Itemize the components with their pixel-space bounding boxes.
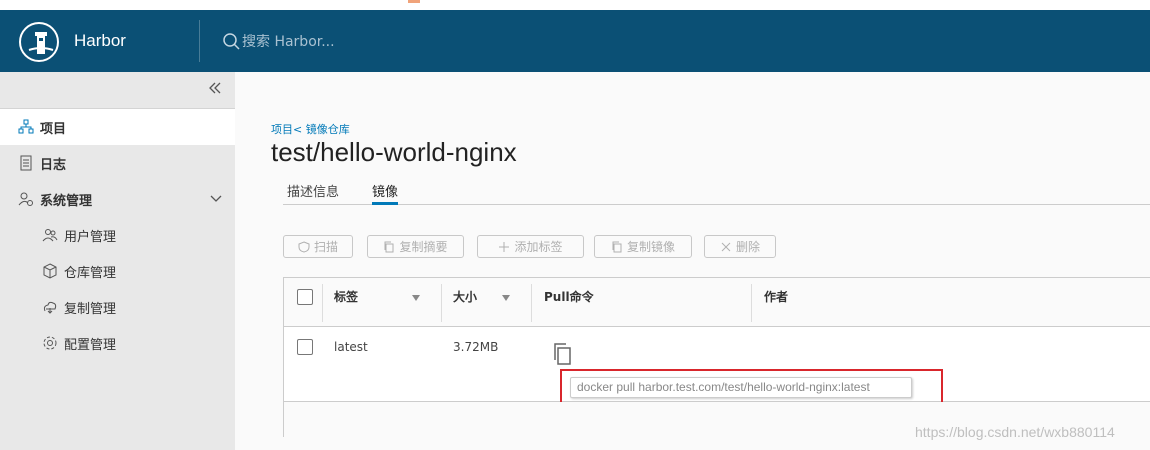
sidebar-item-config[interactable]: 配置管理 [0,325,235,361]
replication-icon [42,299,58,315]
scan-button-label: 扫描 [313,240,338,254]
sidebar-item-label: 项目 [40,121,67,137]
tab-info[interactable]: 描述信息 [287,181,339,205]
tab-bar: 描述信息 镜像 [283,179,1150,205]
sidebar-item-users[interactable]: 用户管理 [0,217,235,253]
column-divider [441,284,442,322]
collapse-sidebar-icon[interactable] [207,80,223,96]
page-title: test/hello-world-nginx [271,137,517,167]
image-table: 标签 大小 Pull命令 作者 latest 3.72MB docker pul… [283,277,1150,437]
copy-image-label: 复制镜像 [626,240,675,254]
browser-top-strip [0,0,1150,10]
search-input[interactable] [242,34,442,50]
copy-icon [611,241,623,253]
filter-icon[interactable] [412,295,420,301]
sidebar-item-label: 用户管理 [64,229,117,245]
copy-image-button[interactable]: 复制镜像 [594,235,692,258]
delete-label: 删除 [735,240,760,254]
tag-cell: latest [334,340,368,354]
delete-button[interactable]: 删除 [704,235,776,258]
add-label-button[interactable]: 添加标签 [477,235,584,258]
harbor-logo-icon[interactable] [19,22,59,62]
sidebar: 项目 日志 系统管理 用户管理 仓库管理 复制管理 配置管理 [0,72,235,450]
column-header-author: 作者 [764,290,789,304]
search-bar[interactable] [222,31,442,53]
column-header-tag[interactable]: 标签 [334,288,358,305]
admin-icon [18,191,34,207]
header-divider [199,20,200,62]
scan-button[interactable]: 扫描 [283,235,353,258]
column-header-size[interactable]: 大小 [453,288,477,305]
sidebar-item-label: 配置管理 [64,337,117,353]
shield-icon [298,240,310,253]
sidebar-item-admin[interactable]: 系统管理 [0,181,235,217]
table-row[interactable]: latest 3.72MB docker pull harbor.test.co… [284,327,1150,408]
select-all-checkbox[interactable] [297,289,313,305]
project-icon [18,119,34,135]
column-divider [751,284,752,322]
sidebar-item-registries[interactable]: 仓库管理 [0,253,235,289]
brand-name[interactable]: Harbor [74,31,126,51]
filter-icon[interactable] [502,295,510,301]
plus-icon [498,241,510,253]
column-header-pull: Pull命令 [544,290,594,304]
close-icon [720,241,732,253]
column-divider [531,284,532,322]
sidebar-item-label: 复制管理 [64,301,117,317]
copy-digest-button[interactable]: 复制摘要 [367,235,464,258]
copy-pull-command-icon[interactable] [552,342,572,366]
copy-icon [383,241,395,253]
main-content: 项目< 镜像仓库 test/hello-world-nginx 描述信息 镜像 … [235,72,1150,450]
sidebar-item-logs[interactable]: 日志 [0,145,235,181]
breadcrumb[interactable]: 项目< 镜像仓库 [271,121,350,137]
config-icon [42,335,58,351]
sidebar-item-replication[interactable]: 复制管理 [0,289,235,325]
log-icon [18,155,34,171]
sidebar-item-label: 仓库管理 [64,265,117,281]
users-icon [42,227,58,243]
watermark: https://blog.csdn.net/wxb880114 [915,424,1115,440]
app-header: Harbor [0,10,1150,72]
search-icon[interactable] [222,32,242,52]
copy-digest-label: 复制摘要 [399,240,448,254]
chevron-down-icon[interactable] [209,193,223,203]
table-header: 标签 大小 Pull命令 作者 [284,278,1150,327]
sidebar-item-label: 日志 [40,157,67,173]
pull-command-tooltip[interactable]: docker pull harbor.test.com/test/hello-w… [570,377,912,398]
column-divider [322,284,323,322]
tab-images[interactable]: 镜像 [372,181,399,205]
add-label-label: 添加标签 [514,240,563,254]
row-checkbox[interactable] [297,339,313,355]
size-cell: 3.72MB [453,340,499,354]
sidebar-item-label: 系统管理 [40,193,93,209]
top-accent-mark [408,0,420,3]
registry-icon [42,263,58,279]
sidebar-item-projects[interactable]: 项目 [0,109,235,145]
